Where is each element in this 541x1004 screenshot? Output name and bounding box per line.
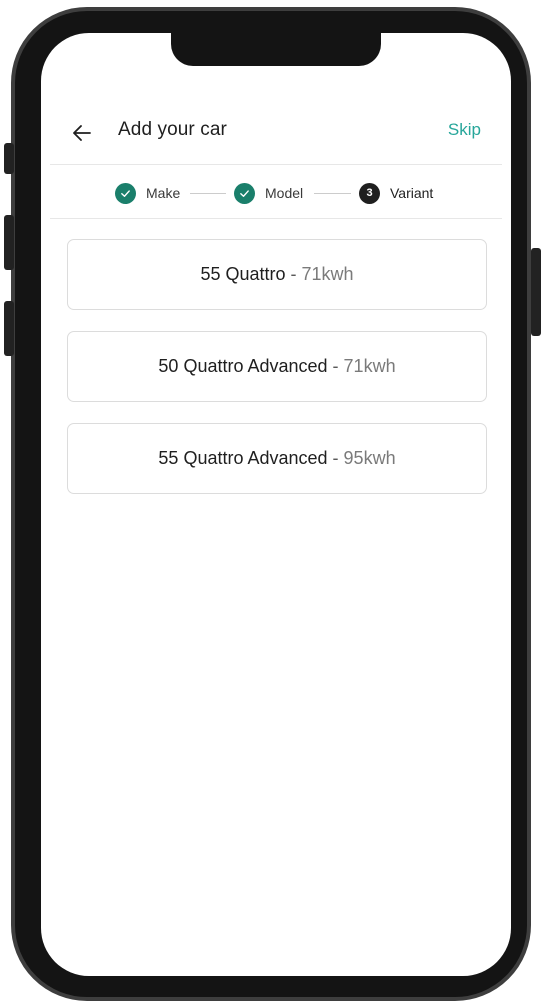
check-icon: [115, 182, 136, 204]
step-connector: [314, 193, 351, 194]
variant-option[interactable]: 50 Quattro Advanced - 71kwh: [67, 331, 487, 402]
arrow-left-icon[interactable]: [70, 121, 94, 145]
page-title: Add your car: [118, 119, 227, 140]
step-variant: 3 Variant: [359, 182, 433, 204]
step-connector: [190, 193, 226, 194]
step-number-badge: 3: [359, 182, 380, 204]
variant-list: 55 Quattro - 71kwh 50 Quattro Advanced -…: [67, 239, 487, 515]
variant-option[interactable]: 55 Quattro - 71kwh: [67, 239, 487, 310]
check-icon: [234, 182, 255, 204]
volume-down-button: [4, 301, 14, 356]
variant-separator: -: [327, 448, 344, 468]
variant-separator: -: [285, 264, 302, 284]
skip-button[interactable]: Skip: [448, 120, 481, 140]
variant-name: 55 Quattro Advanced: [158, 448, 328, 468]
variant-battery: 71kwh: [301, 264, 354, 284]
volume-up-button: [4, 215, 14, 270]
power-button: [531, 248, 541, 336]
app-header: Add your car Skip: [50, 103, 502, 165]
progress-stepper: Make Model 3 Variant: [50, 165, 502, 219]
step-label: Model: [265, 185, 304, 201]
variant-name: 55 Quattro: [200, 264, 286, 284]
variant-battery: 71kwh: [343, 356, 396, 376]
phone-screen: Add your car Skip Make Model 3 Variant 5…: [41, 33, 511, 976]
variant-battery: 95kwh: [343, 448, 396, 468]
variant-separator: -: [327, 356, 344, 376]
step-label: Make: [146, 185, 181, 201]
step-make: Make: [115, 182, 180, 204]
notch: [171, 33, 381, 66]
variant-option[interactable]: 55 Quattro Advanced - 95kwh: [67, 423, 487, 494]
step-label: Variant: [390, 185, 434, 201]
step-model: Model: [234, 182, 303, 204]
mute-switch: [4, 143, 14, 174]
variant-name: 50 Quattro Advanced: [158, 356, 328, 376]
